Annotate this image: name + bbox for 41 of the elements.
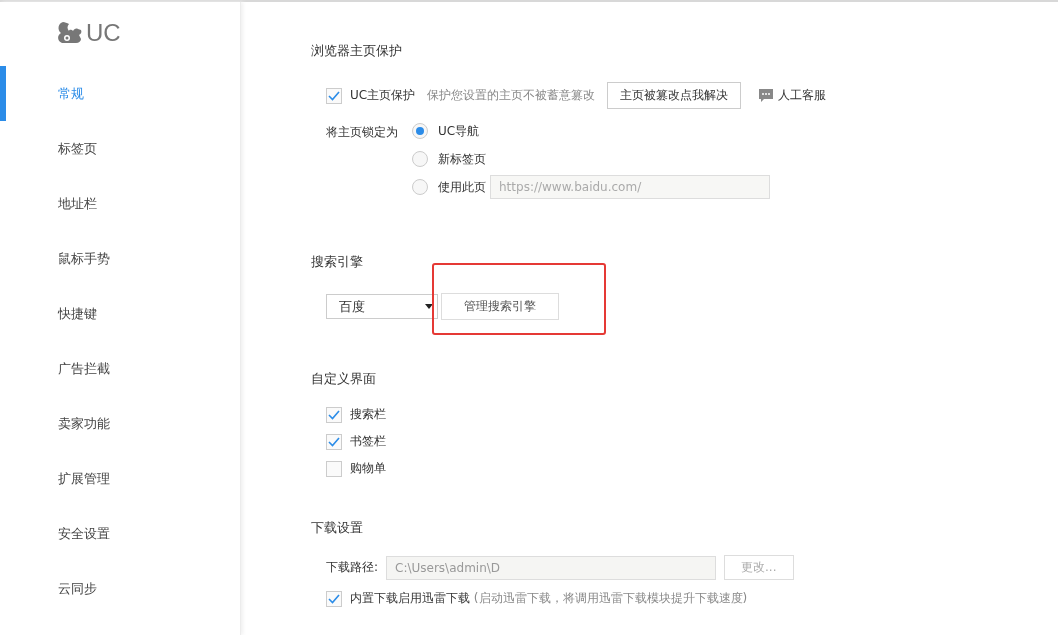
checkbox[interactable]: [326, 406, 342, 423]
section-title: 搜索引擎: [311, 253, 364, 271]
checkbox[interactable]: [326, 87, 342, 104]
caret-icon: [425, 304, 433, 309]
checkbox-label: 购物单: [350, 460, 386, 477]
sidebar-item[interactable]: 鼠标手势: [0, 231, 240, 286]
section-title: 浏览器主页保护: [311, 42, 403, 60]
search-engine-dropdown[interactable]: 百度: [326, 294, 438, 319]
hint-text: 保护您设置的主页不被蓄意篡改: [427, 87, 596, 104]
checkbox-label: 书签栏: [350, 433, 386, 450]
sidebar-item[interactable]: 安全设置: [0, 506, 240, 561]
checkbox-label: 搜索栏: [350, 406, 386, 423]
checkbox-label: UC主页保护: [350, 87, 416, 104]
sidebar-item[interactable]: 云同步: [0, 561, 240, 616]
checkbox[interactable]: [326, 433, 342, 450]
sidebar-item[interactable]: 卖家功能: [0, 396, 240, 451]
radio-button[interactable]: [412, 151, 428, 167]
url-input-field[interactable]: https://www.baidu.com/: [490, 175, 770, 199]
radio-label: 新标签页: [438, 150, 486, 168]
radio-label: UC导航: [438, 122, 480, 140]
lock-label: 将主页锁定为: [326, 124, 398, 141]
checkbox[interactable]: [326, 590, 342, 607]
sidebar-item[interactable]: 地址栏: [0, 176, 240, 231]
sidebar-item[interactable]: 常规: [0, 66, 240, 121]
sidebar-item[interactable]: 扩展管理: [0, 451, 240, 506]
path-label: 下载路径:: [326, 559, 379, 576]
manage-search-button[interactable]: 管理搜索引擎: [441, 293, 559, 320]
checkbox-label: 内置下载启用迅雷下载 (启动迅雷下载，将调用迅雷下载模块提升下载速度): [350, 590, 748, 607]
radio-button[interactable]: [412, 179, 428, 195]
sidebar-item[interactable]: 快捷键: [0, 286, 240, 341]
sidebar-item[interactable]: 标签页: [0, 121, 240, 176]
support-link[interactable]: 人工客服: [759, 87, 827, 104]
radio-button[interactable]: [412, 123, 428, 139]
section-title: 自定义界面: [311, 370, 377, 388]
fix-homepage-button[interactable]: 主页被篡改点我解决: [607, 82, 742, 109]
logo-text: UC: [86, 19, 121, 47]
chat-icon: [759, 89, 774, 102]
sidebar-item[interactable]: 广告拦截: [0, 341, 240, 396]
radio-label: 使用此页: [438, 178, 486, 196]
section-title: 下载设置: [311, 519, 364, 537]
checkbox[interactable]: [326, 460, 342, 477]
